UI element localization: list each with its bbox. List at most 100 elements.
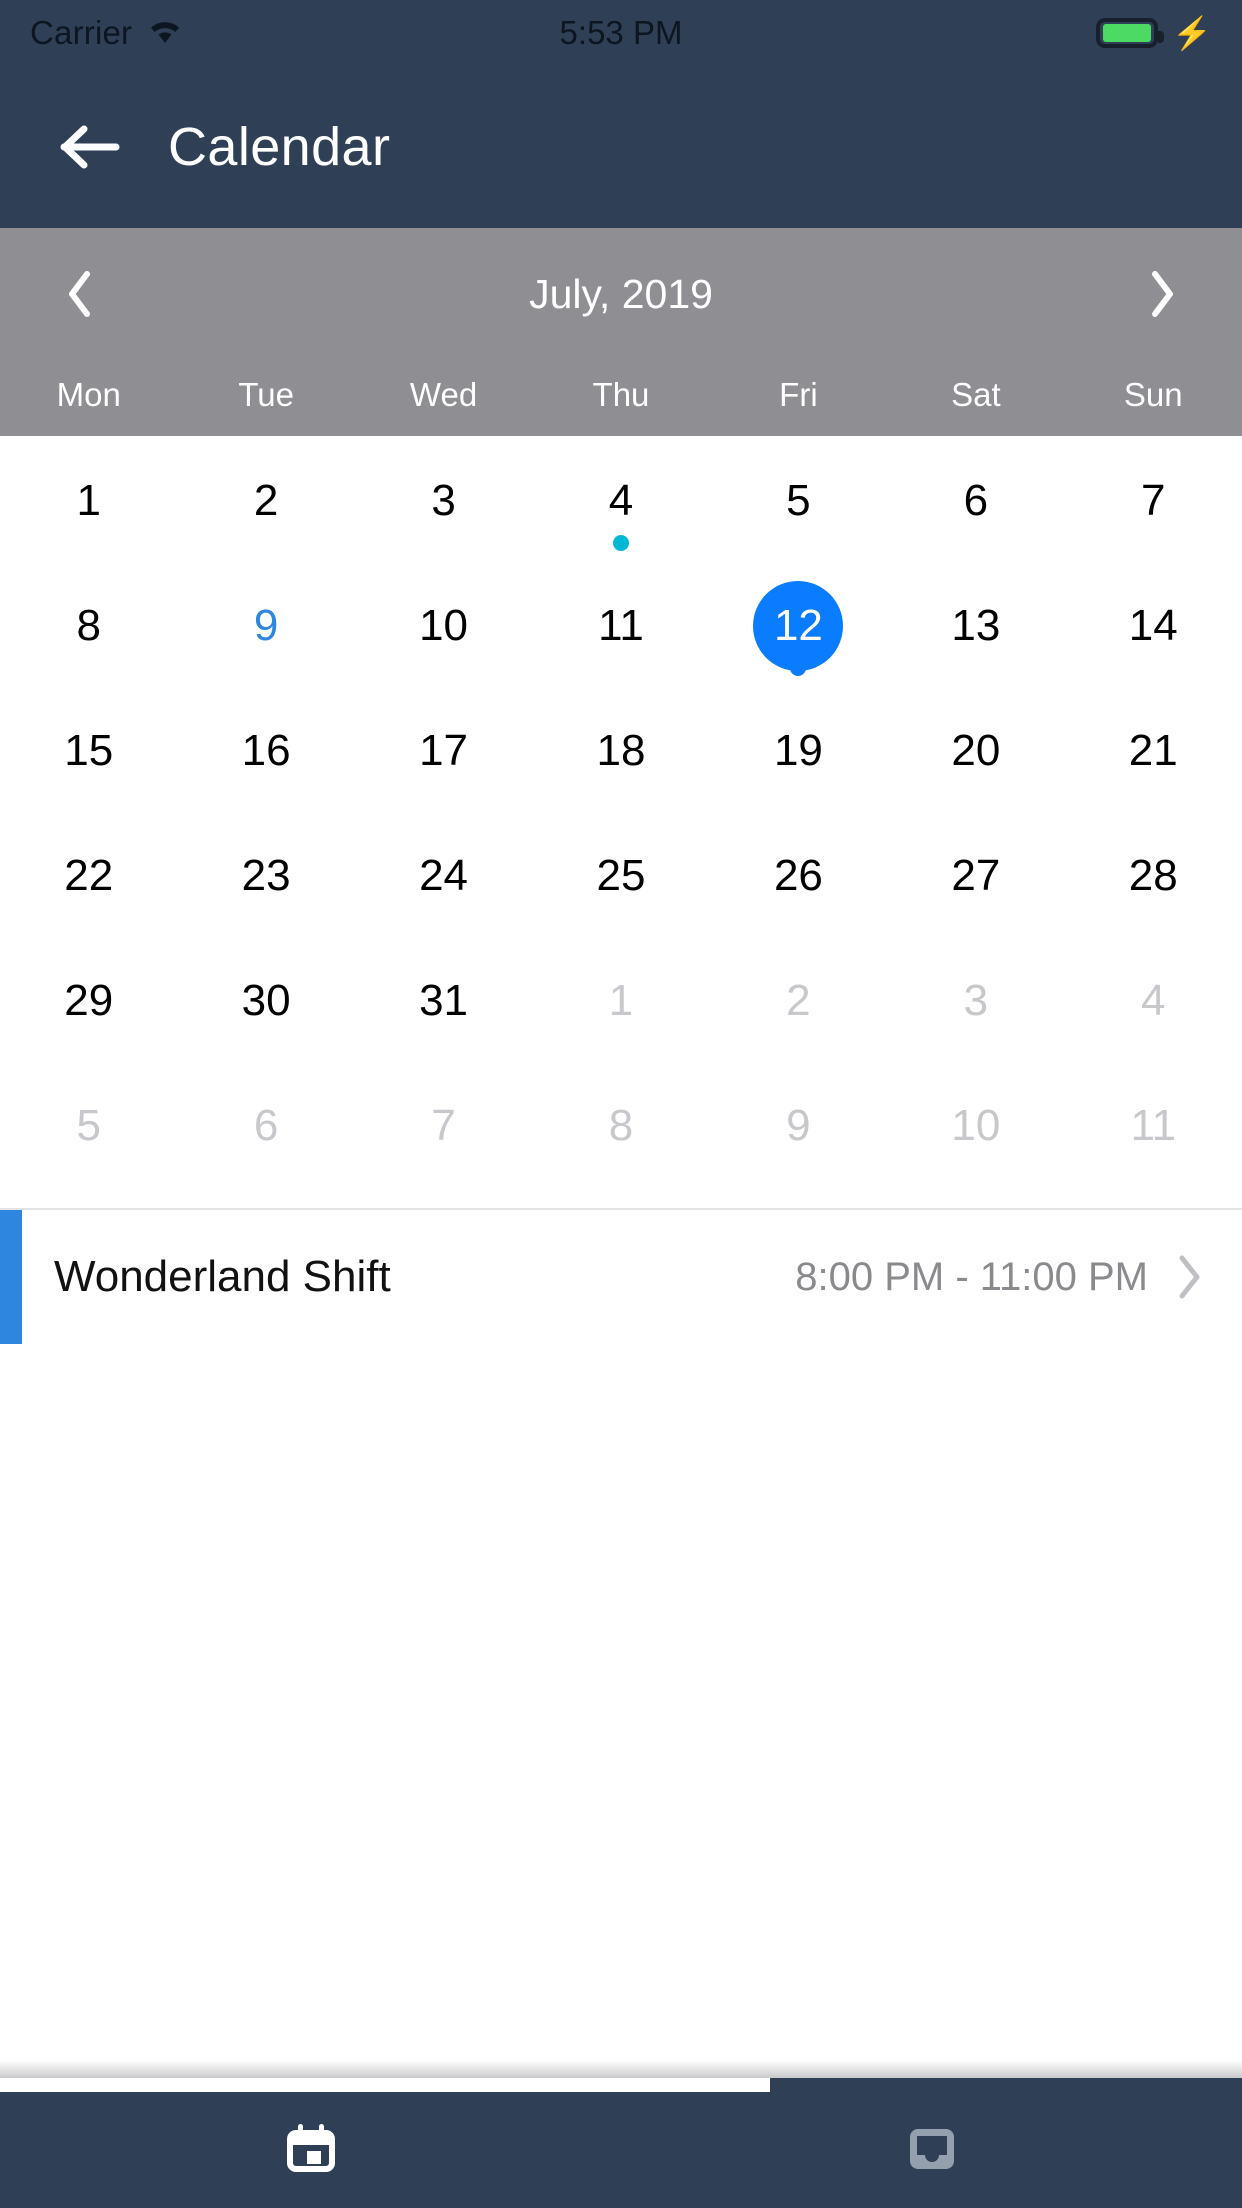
- month-label[interactable]: July, 2019: [529, 271, 713, 318]
- tab-calendar[interactable]: [0, 2092, 621, 2208]
- day-cell[interactable]: 6: [177, 1067, 354, 1192]
- event-row[interactable]: Wonderland Shift 8:00 PM - 11:00 PM: [0, 1210, 1242, 1344]
- day-cell[interactable]: 2: [177, 442, 354, 567]
- day-number: 8: [76, 601, 101, 650]
- day-number: 3: [963, 976, 989, 1025]
- day-cell[interactable]: 11: [532, 567, 709, 692]
- prev-month-button[interactable]: [52, 266, 108, 322]
- calendar-icon: [282, 2119, 340, 2182]
- day-cell[interactable]: 3: [887, 942, 1064, 1067]
- day-cell[interactable]: 13: [887, 567, 1064, 692]
- day-cell[interactable]: 1: [532, 942, 709, 1067]
- bottom-area: [0, 2060, 1242, 2208]
- day-number: 16: [241, 726, 291, 775]
- event-time-range: 8:00 PM - 11:00 PM: [795, 1254, 1148, 1299]
- next-month-button[interactable]: [1134, 266, 1190, 322]
- weekday-header-row: Mon Tue Wed Thu Fri Sat Sun: [0, 354, 1242, 436]
- day-number: 1: [76, 476, 101, 525]
- day-cell[interactable]: 11: [1065, 1067, 1242, 1192]
- day-cell[interactable]: 16: [177, 692, 354, 817]
- day-cell[interactable]: 9: [710, 1067, 887, 1192]
- day-cell[interactable]: 7: [1065, 442, 1242, 567]
- day-number: 21: [1128, 726, 1178, 775]
- page-title: Calendar: [168, 117, 391, 177]
- day-cell[interactable]: 5: [0, 1067, 177, 1192]
- event-indicator-dot: [612, 535, 629, 551]
- day-cell[interactable]: 15: [0, 692, 177, 817]
- day-cell[interactable]: 12: [710, 567, 887, 692]
- day-cell[interactable]: 8: [532, 1067, 709, 1192]
- weekday-sat: Sat: [951, 376, 1001, 413]
- day-number: 8: [608, 1101, 634, 1150]
- day-cell[interactable]: 28: [1065, 817, 1242, 942]
- event-meta: 8:00 PM - 11:00 PM: [795, 1254, 1202, 1300]
- day-cell[interactable]: 10: [355, 567, 532, 692]
- status-bar-time: 5:53 PM: [559, 14, 683, 51]
- day-number: 2: [786, 976, 811, 1025]
- day-cell[interactable]: 2: [710, 942, 887, 1067]
- day-cell[interactable]: 4: [1065, 942, 1242, 1067]
- day-number: 1: [608, 976, 634, 1025]
- day-cell[interactable]: 18: [532, 692, 709, 817]
- day-cell[interactable]: 8: [0, 567, 177, 692]
- day-cell[interactable]: 5: [710, 442, 887, 567]
- day-cell[interactable]: 25: [532, 817, 709, 942]
- day-cell[interactable]: 14: [1065, 567, 1242, 692]
- day-number: 4: [1141, 976, 1166, 1025]
- day-number: 12: [753, 581, 844, 671]
- day-cell[interactable]: 27: [887, 817, 1064, 942]
- day-cell[interactable]: 20: [887, 692, 1064, 817]
- day-cell[interactable]: 6: [887, 442, 1064, 567]
- day-cell[interactable]: 19: [710, 692, 887, 817]
- day-cell[interactable]: 22: [0, 817, 177, 942]
- scrollbar-track[interactable]: [0, 2078, 1242, 2092]
- day-cell[interactable]: 4: [532, 442, 709, 567]
- chevron-right-icon: [1151, 271, 1173, 317]
- day-number: 11: [1130, 1101, 1177, 1150]
- day-cell[interactable]: 24: [355, 817, 532, 942]
- app-root: Carrier 5:53 PM ⚡ .sb-carrier{}: [0, 0, 1242, 2208]
- day-number: 9: [786, 1101, 811, 1150]
- day-number: 7: [1141, 476, 1166, 525]
- day-cell[interactable]: 21: [1065, 692, 1242, 817]
- day-number: 10: [419, 601, 469, 650]
- day-number: 15: [64, 726, 114, 775]
- arrow-left-icon: [60, 125, 120, 169]
- chevron-right-icon[interactable]: [1176, 1254, 1202, 1300]
- day-cell[interactable]: 3: [355, 442, 532, 567]
- status-bar-left: Carrier: [30, 14, 184, 52]
- day-cell[interactable]: 31: [355, 942, 532, 1067]
- day-number: 23: [241, 851, 291, 900]
- day-cell[interactable]: 26: [710, 817, 887, 942]
- day-number: 5: [786, 476, 811, 525]
- event-title: Wonderland Shift: [54, 1252, 391, 1301]
- status-bar: Carrier 5:53 PM ⚡: [0, 0, 1242, 66]
- day-number: 11: [598, 601, 644, 650]
- tab-inbox-tray[interactable]: [621, 2092, 1242, 2208]
- day-cell[interactable]: 10: [887, 1067, 1064, 1192]
- day-cell[interactable]: 9: [177, 567, 354, 692]
- day-number: 22: [64, 851, 114, 900]
- weekday-sun: Sun: [1123, 376, 1183, 413]
- battery-full-icon: [1096, 18, 1165, 48]
- weekday-tue: Tue: [238, 376, 294, 413]
- day-number: 4: [608, 476, 634, 525]
- day-cell[interactable]: 17: [355, 692, 532, 817]
- day-cell[interactable]: 1: [0, 442, 177, 567]
- calendar-header: July, 2019 Mon Tue Wed Thu Fri Sat Sun: [0, 228, 1242, 436]
- scrollbar-thumb[interactable]: [0, 2078, 771, 2092]
- weekday-mon: Mon: [56, 376, 121, 413]
- day-number: 13: [951, 601, 1001, 650]
- day-number: 24: [419, 851, 469, 900]
- day-number: 27: [951, 851, 1001, 900]
- day-number: 7: [431, 1101, 456, 1150]
- day-number: 2: [253, 476, 279, 525]
- day-cell[interactable]: 7: [355, 1067, 532, 1192]
- day-cell[interactable]: 30: [177, 942, 354, 1067]
- day-number: 10: [951, 1101, 1001, 1150]
- day-cell[interactable]: 29: [0, 942, 177, 1067]
- day-number: 29: [64, 976, 114, 1025]
- day-cell[interactable]: 23: [177, 817, 354, 942]
- back-button[interactable]: [56, 112, 126, 182]
- scroll-gradient-strip: [0, 2060, 1242, 2078]
